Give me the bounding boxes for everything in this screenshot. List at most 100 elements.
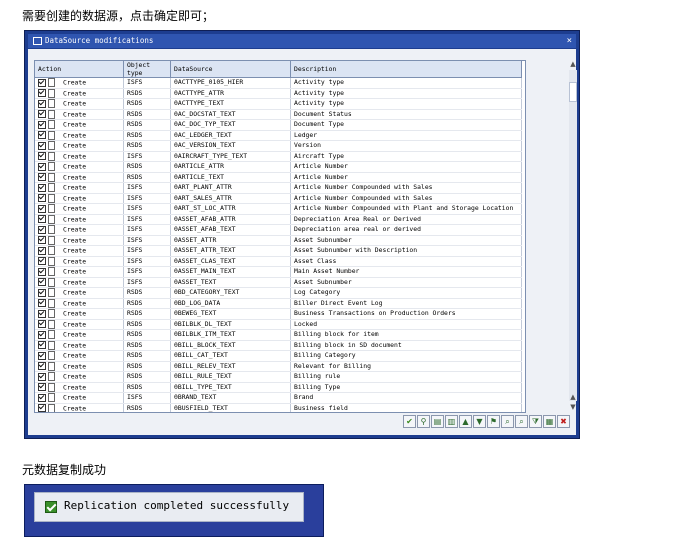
table-row[interactable]: Create RSDS 0ACTTYPE_ATTR Activity type (35, 88, 522, 99)
table-row[interactable]: Create RSDS 0BILL_TYPE_TEXT Billing Type (35, 382, 522, 393)
find-next-icon[interactable]: ⌕ (515, 415, 528, 428)
row-checkbox[interactable] (38, 110, 46, 118)
table-row[interactable]: Create RSDS 0BEWEG_TEXT Business Transactio… (35, 308, 522, 320)
table-row[interactable]: Create ISFS 0ACTTYPE_0105_HIER Activity typ… (35, 77, 522, 89)
row-checkbox[interactable] (38, 393, 46, 402)
row-checkbox[interactable] (38, 330, 46, 339)
table-row[interactable]: Create ISFS 0ASSET_MAIN_TEXT Main Asset Num… (35, 266, 522, 278)
table-row[interactable]: Create RSDS 0BILL_CAT_TEXT Billing Category (35, 350, 522, 362)
table-row[interactable]: Create ISFS 0ART_SALES_ATTR Article Number … (35, 193, 522, 204)
find-icon[interactable]: ⌕ (501, 415, 514, 428)
scroll-page-down-icon[interactable]: ▲ (568, 393, 578, 401)
table-row[interactable]: Create ISFS 0ASSET_AFAB_ATTR Depreciation A… (35, 214, 522, 225)
sort-asc-icon[interactable]: ▲ (459, 415, 472, 428)
row-checkbox[interactable] (38, 173, 46, 181)
row-checkbox[interactable] (38, 89, 46, 97)
table-row[interactable]: Create RSDS 0BD_CATEGORY_TEXT Log Category (35, 287, 522, 299)
object-type-cell: ISFS (123, 256, 171, 267)
table-row[interactable]: Create RSDS 0BILL_RULE_TEXT Billing rule (35, 371, 522, 383)
row-checkbox[interactable] (38, 99, 46, 108)
row-checkbox[interactable] (38, 194, 46, 202)
action-label: Create (63, 278, 87, 286)
table-row[interactable]: Create ISFS 0AIRCRAFT_TYPE_TEXT Aircraft Ty… (35, 151, 522, 162)
scroll-track[interactable] (569, 70, 577, 401)
layout-icon[interactable]: ▦ (543, 415, 556, 428)
table-row[interactable]: Create ISFS 0ART_ST_LOC_ATTR Article Number… (35, 203, 522, 215)
row-checkbox[interactable] (38, 183, 46, 192)
row-checkbox[interactable] (38, 341, 46, 349)
sort-desc-icon[interactable]: ▼ (473, 415, 486, 428)
table-row[interactable]: Create RSDS 0ARTICLE_ATTR Article Number (35, 161, 522, 173)
table-row[interactable]: Create ISFS 0ASSET_TEXT Asset Subnumber (35, 277, 522, 288)
row-checkbox[interactable] (38, 257, 46, 265)
table-row[interactable]: Create ISFS 0ASSET_ATTR_TEXT Asset Subnumbe… (35, 245, 522, 257)
row-checkbox[interactable] (38, 351, 46, 360)
scroll-up-icon[interactable]: ▲ (568, 60, 578, 68)
bottom-note: 元数据复制成功 (22, 463, 107, 477)
row-checkbox[interactable] (38, 362, 46, 370)
table-row[interactable]: Create RSDS 0AC_VERSION_TEXT Version (35, 140, 522, 152)
row-checkbox[interactable] (38, 120, 46, 129)
row-checkbox[interactable] (38, 131, 46, 139)
table-row[interactable]: Create RSDS 0AC_DOCSTAT_TEXT Document Statu… (35, 109, 522, 120)
row-checkbox[interactable] (38, 204, 46, 213)
filter-icon[interactable]: ⚑ (487, 415, 500, 428)
table-row[interactable]: Create RSDS 0BD_LOG_DATA Biller Direct Even… (35, 298, 522, 309)
document-icon (48, 214, 55, 224)
column-header-description[interactable]: Description (290, 61, 522, 78)
column-header-datasource[interactable]: DataSource (170, 61, 291, 78)
row-checkbox[interactable] (38, 78, 46, 87)
scroll-thumb[interactable] (569, 82, 577, 102)
row-checkbox[interactable] (38, 152, 46, 160)
row-checkbox[interactable] (38, 246, 46, 255)
table-row[interactable]: Create RSDS 0BUSFIELD_TEXT Business field (35, 403, 522, 412)
table-row[interactable]: Create ISFS 0ASSET_AFAB_TEXT Depreciation a… (35, 224, 522, 236)
row-checkbox[interactable] (38, 141, 46, 150)
table-row[interactable]: Create RSDS 0BILL_RELEV_TEXT Relevant for B… (35, 361, 522, 372)
close-icon[interactable]: × (567, 34, 572, 48)
table-row[interactable]: Create RSDS 0AC_LEDGER_TEXT Ledger (35, 130, 522, 141)
row-checkbox[interactable] (38, 288, 46, 297)
table-row[interactable]: Create RSDS 0ACTTYPE_TEXT Activity type (35, 98, 522, 110)
row-checkbox[interactable] (38, 404, 46, 412)
object-type-cell: RSDS (123, 140, 171, 152)
row-checkbox[interactable] (38, 309, 46, 318)
row-checkbox[interactable] (38, 320, 46, 328)
table-row[interactable]: Create RSDS 0BILL_BLOCK_TEXT Billing block … (35, 340, 522, 351)
cancel-icon[interactable]: ✖ (557, 415, 570, 428)
deselect-icon[interactable]: ▥ (445, 415, 458, 428)
row-checkbox[interactable] (38, 278, 46, 286)
document-icon (48, 267, 55, 276)
dialog-title-bar: DataSource modifications × (28, 34, 576, 48)
table-row[interactable]: Create ISFS 0ART_PLANT_ATTR Article Number … (35, 182, 522, 194)
filter-set-icon[interactable]: ⧩ (529, 415, 542, 428)
details-icon[interactable]: ⚲ (417, 415, 430, 428)
row-checkbox[interactable] (38, 299, 46, 307)
document-icon (48, 309, 55, 318)
table-row[interactable]: Create RSDS 0BILBLK_ITM_TEXT Billing block … (35, 329, 522, 341)
confirm-icon[interactable]: ✔ (403, 415, 416, 428)
table-row[interactable]: Create RSDS 0AC_DOC_TYP_TEXT Document Type (35, 119, 522, 131)
row-checkbox[interactable] (38, 236, 46, 244)
column-header-object-type[interactable]: Object type (123, 61, 171, 78)
vertical-scrollbar[interactable]: ▲ ▲ ▼ (568, 60, 578, 411)
row-checkbox[interactable] (38, 372, 46, 381)
table-row[interactable]: Create ISFS 0ASSET_ATTR Asset Subnumber (35, 235, 522, 246)
row-checkbox[interactable] (38, 162, 46, 171)
column-header-action[interactable]: Action (35, 61, 124, 78)
table-row[interactable]: Create RSDS 0ARTICLE_TEXT Article Number (35, 172, 522, 183)
select-all-icon[interactable]: ▤ (431, 415, 444, 428)
row-checkbox[interactable] (38, 225, 46, 234)
table-row[interactable]: Create ISFS 0ASSET_CLAS_TEXT Asset Class (35, 256, 522, 267)
action-label: Create (63, 183, 87, 192)
row-checkbox[interactable] (38, 267, 46, 276)
row-checkbox[interactable] (38, 383, 46, 391)
table-row[interactable]: Create ISFS 0BRAND_TEXT Brand (35, 392, 522, 404)
row-checkbox[interactable] (38, 215, 46, 223)
description-cell: Billing block in SD document (290, 340, 522, 351)
success-message-text: Replication completed successfully (64, 499, 290, 512)
scroll-down-icon[interactable]: ▼ (568, 403, 578, 411)
action-cell: Create (35, 361, 124, 372)
table-row[interactable]: Create RSDS 0BILBLK_DL_TEXT Locked (35, 319, 522, 330)
datasource-cell: 0AIRCRAFT_TYPE_TEXT (170, 151, 291, 162)
